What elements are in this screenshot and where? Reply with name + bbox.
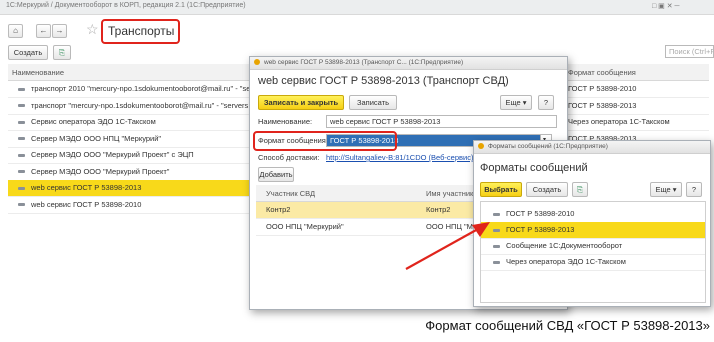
favorite-star-icon[interactable]: ☆ <box>86 21 99 38</box>
formats-heading: Форматы сообщений <box>480 162 588 174</box>
column-header-participant-name[interactable]: Имя участника <box>426 189 478 198</box>
create-format-button[interactable]: Создать <box>526 182 568 197</box>
transport-name-cell: Сервер МЭДО ООО "Меркурий Проект" <box>31 166 170 176</box>
caption: Формат сообщений СВД «ГОСТ Р 53898-2013» <box>425 318 710 333</box>
format-label: ГОСТ Р 53898-2010 <box>506 209 575 218</box>
list-item[interactable]: ГОСТ Р 53898-2013 <box>481 222 705 239</box>
transport-name-cell: web сервис ГОСТ Р 53898-2010 <box>31 199 142 209</box>
transport-icon <box>18 87 25 91</box>
name-field[interactable]: web сервис ГОСТ Р 53898-2013 <box>326 115 557 128</box>
app-logo-icon <box>254 59 260 65</box>
choose-button[interactable]: Выбрать <box>480 182 522 197</box>
transport-icon <box>18 186 25 190</box>
home-icon[interactable]: ⌂ <box>8 24 23 38</box>
transport-heading: web сервис ГОСТ Р 53898-2013 (Транспорт … <box>258 75 509 87</box>
copy-icon[interactable]: ⎘ <box>53 45 71 60</box>
back-arrow-icon[interactable]: ← <box>36 24 51 38</box>
format-label: Сообщение 1С:Документооборот <box>506 241 623 250</box>
copy-format-icon[interactable]: ⎘ <box>572 182 588 197</box>
format-label: ГОСТ Р 53898-2013 <box>506 225 575 234</box>
more-button[interactable]: Еще ▾ <box>500 95 532 110</box>
list-item[interactable]: ГОСТ Р 53898-2010 <box>481 206 705 223</box>
transport-format-cell: ГОСТ Р 53898-2013 <box>568 100 637 110</box>
transport-icon <box>18 170 25 174</box>
transport-name-cell: транспорт "mercury-npo.1sdokumentooborot… <box>31 100 249 110</box>
participant-cell: Контр2 <box>266 205 291 214</box>
save-and-close-button[interactable]: Записать и закрыть <box>258 95 344 110</box>
transport-name-cell: web сервис ГОСТ Р 53898-2013 <box>31 183 142 192</box>
list-item[interactable]: Сообщение 1С:Документооборот <box>481 238 705 255</box>
help-button[interactable]: ? <box>538 95 554 110</box>
forward-arrow-icon[interactable]: → <box>52 24 67 38</box>
list-item[interactable]: Через оператора ЭДО 1С-Такском <box>481 254 705 271</box>
transport-name-cell: Сервер МЭДО ООО НПЦ "Меркурий" <box>31 133 162 143</box>
create-button[interactable]: Создать <box>8 45 48 60</box>
transport-name-cell: транспорт 2010 "mercury-npo.1sdokumentoo… <box>31 84 251 93</box>
search-input[interactable]: Поиск (Ctrl+F) <box>665 45 714 58</box>
formats-help-button[interactable]: ? <box>686 182 702 197</box>
transport-name-cell: Сервис оператора ЭДО 1С-Такском <box>31 117 156 126</box>
red-arrow-pointer <box>405 222 490 270</box>
transport-format-cell: ГОСТ Р 53898-2010 <box>568 84 637 93</box>
app-title: 1С:Меркурий / Документооборот в КОРП, ре… <box>6 2 246 9</box>
window-controls[interactable]: □ ▣ ✕ ─ <box>652 2 680 10</box>
transport-name-cell: Сервер МЭДО ООО "Меркурий Проект" с ЭЦП <box>31 150 194 159</box>
add-button[interactable]: Добавить <box>258 167 294 182</box>
participant-cell: ООО НПЦ "Меркурий" <box>266 222 344 231</box>
column-header-name[interactable]: Наименование <box>12 68 64 77</box>
formats-more-button[interactable]: Еще ▾ <box>650 182 682 197</box>
transport-window-titlebar: web сервис ГОСТ Р 53898-2013 (Транспорт … <box>250 57 567 70</box>
format-highlight <box>253 131 397 151</box>
transport-icon <box>18 104 25 108</box>
transport-icon <box>18 153 25 157</box>
formats-window-titlebar: Форматы сообщений (1С:Предприятие) <box>474 141 710 154</box>
name-label: Наименование: <box>258 117 313 126</box>
transport-icon <box>18 137 25 141</box>
column-header-participant[interactable]: Участник СВД <box>266 189 315 198</box>
column-header-format[interactable]: Формат сообщения <box>568 68 636 77</box>
transport-format-cell: Через оператора 1С-Такском <box>568 117 670 126</box>
formats-window-title: Форматы сообщений (1С:Предприятие) <box>488 143 608 150</box>
save-button[interactable]: Записать <box>349 95 397 110</box>
app-logo-icon <box>478 143 484 149</box>
transport-window-title: web сервис ГОСТ Р 53898-2013 (Транспорт … <box>264 59 464 66</box>
transport-icon <box>18 120 25 124</box>
app-titlebar: 1С:Меркурий / Документооборот в КОРП, ре… <box>0 0 714 15</box>
format-label: Через оператора ЭДО 1С-Такском <box>506 257 626 266</box>
transport-icon <box>18 203 25 207</box>
delivery-label: Способ доставки: <box>258 153 320 162</box>
page-title-highlight <box>101 19 180 44</box>
formats-list: ГОСТ Р 53898-2010 ГОСТ Р 53898-2013 Сообще… <box>480 201 706 303</box>
